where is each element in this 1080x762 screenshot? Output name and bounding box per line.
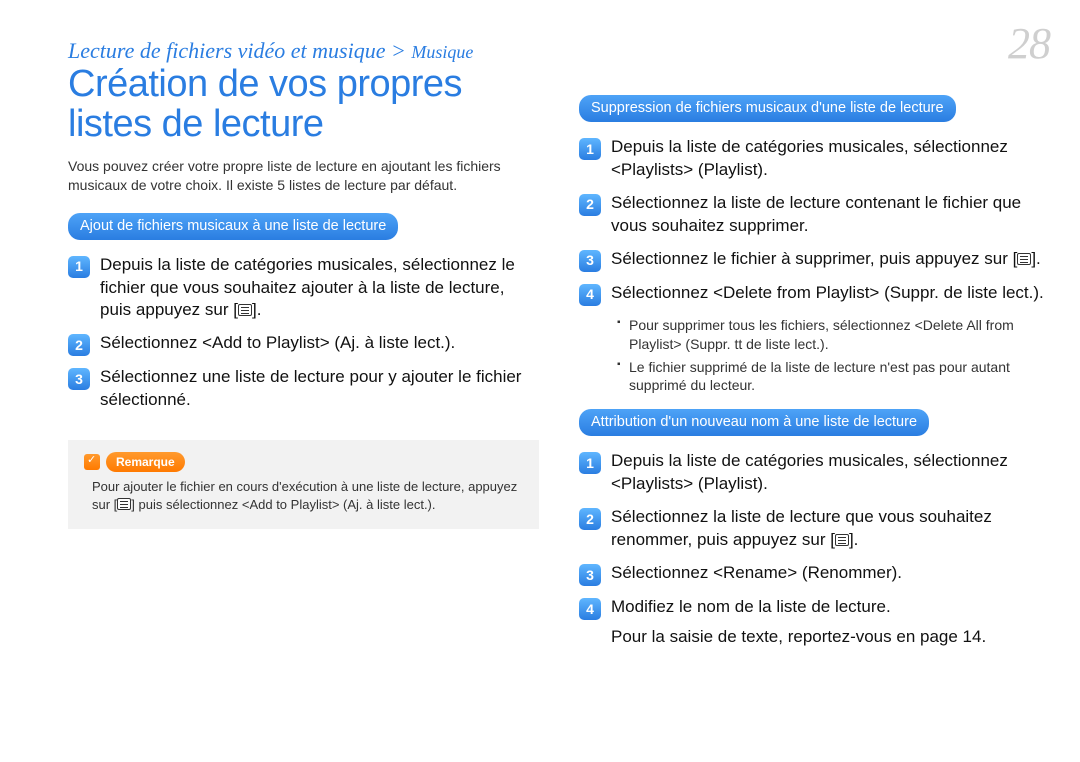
step-text: Sélectionnez <Rename> (Renommer). (611, 562, 1050, 586)
step-number-icon: 3 (68, 368, 90, 390)
step-item: 4 Sélectionnez <Delete from Playlist> (S… (579, 282, 1050, 306)
step-item: 3 Sélectionnez le fichier à supprimer, p… (579, 248, 1050, 272)
step-item: 3 Sélectionnez <Rename> (Renommer). (579, 562, 1050, 586)
step-text: Depuis la liste de catégories musicales,… (100, 254, 539, 323)
menu-icon (835, 534, 849, 546)
bullet-list: Pour supprimer tous les fichiers, sélect… (611, 316, 1050, 396)
page-header: Lecture de fichiers vidéo et musique > M… (68, 18, 1050, 69)
after-steps-note: Pour la saisie de texte, reportez-vous e… (611, 626, 1050, 649)
note-text: Pour ajouter le fichier en cours d'exécu… (84, 478, 523, 514)
section-header-delete: Suppression de fichiers musicaux d'une l… (579, 95, 956, 122)
step-text: Depuis la liste de catégories musicales,… (611, 136, 1050, 182)
steps-delete: 1 Depuis la liste de catégories musicale… (579, 136, 1050, 306)
menu-icon (117, 498, 131, 510)
page-title: Création de vos propres listes de lectur… (68, 65, 539, 145)
section-header-rename: Attribution d'un nouveau nom à une liste… (579, 409, 929, 436)
left-column: Création de vos propres listes de lectur… (68, 65, 539, 649)
step-text: Depuis la liste de catégories musicales,… (611, 450, 1050, 496)
check-icon (84, 454, 100, 470)
step-number-icon: 1 (579, 452, 601, 474)
step-number-icon: 3 (579, 250, 601, 272)
page-number: 28 (1008, 18, 1050, 69)
note-header: Remarque (84, 452, 185, 472)
step-number-icon: 2 (579, 508, 601, 530)
step-number-icon: 1 (579, 138, 601, 160)
step-number-icon: 4 (579, 284, 601, 306)
content-columns: Création de vos propres listes de lectur… (68, 65, 1050, 649)
menu-icon (238, 304, 252, 316)
bullet-item: Pour supprimer tous les fichiers, sélect… (611, 316, 1050, 354)
breadcrumb-main: Lecture de fichiers vidéo et musique > (68, 38, 406, 63)
step-item: 2 Sélectionnez la liste de lecture que v… (579, 506, 1050, 552)
step-item: 1 Depuis la liste de catégories musicale… (579, 450, 1050, 496)
right-column: Suppression de fichiers musicaux d'une l… (579, 65, 1050, 649)
step-item: 4 Modifiez le nom de la liste de lecture… (579, 596, 1050, 620)
step-text: Sélectionnez <Delete from Playlist> (Sup… (611, 282, 1050, 306)
step-number-icon: 2 (579, 194, 601, 216)
section-header-add: Ajout de fichiers musicaux à une liste d… (68, 213, 398, 240)
step-item: 3 Sélectionnez une liste de lecture pour… (68, 366, 539, 412)
step-number-icon: 1 (68, 256, 90, 278)
step-item: 1 Depuis la liste de catégories musicale… (68, 254, 539, 323)
note-box: Remarque Pour ajouter le fichier en cour… (68, 440, 539, 528)
step-text: Sélectionnez <Add to Playlist> (Aj. à li… (100, 332, 539, 356)
step-number-icon: 4 (579, 598, 601, 620)
step-text: Sélectionnez la liste de lecture contena… (611, 192, 1050, 238)
breadcrumb: Lecture de fichiers vidéo et musique > M… (68, 38, 473, 64)
step-text: Sélectionnez la liste de lecture que vou… (611, 506, 1050, 552)
note-badge: Remarque (106, 452, 185, 472)
step-item: 2 Sélectionnez la liste de lecture conte… (579, 192, 1050, 238)
bullet-item: Le fichier supprimé de la liste de lectu… (611, 358, 1050, 396)
step-number-icon: 2 (68, 334, 90, 356)
steps-rename: 1 Depuis la liste de catégories musicale… (579, 450, 1050, 620)
step-text: Modifiez le nom de la liste de lecture. (611, 596, 1050, 620)
step-text: Sélectionnez le fichier à supprimer, pui… (611, 248, 1050, 272)
step-item: 1 Depuis la liste de catégories musicale… (579, 136, 1050, 182)
step-item: 2 Sélectionnez <Add to Playlist> (Aj. à … (68, 332, 539, 356)
intro-text: Vous pouvez créer votre propre liste de … (68, 157, 539, 195)
menu-icon (1017, 253, 1031, 265)
steps-add: 1 Depuis la liste de catégories musicale… (68, 254, 539, 413)
step-number-icon: 3 (579, 564, 601, 586)
breadcrumb-sub: Musique (411, 42, 473, 62)
step-text: Sélectionnez une liste de lecture pour y… (100, 366, 539, 412)
